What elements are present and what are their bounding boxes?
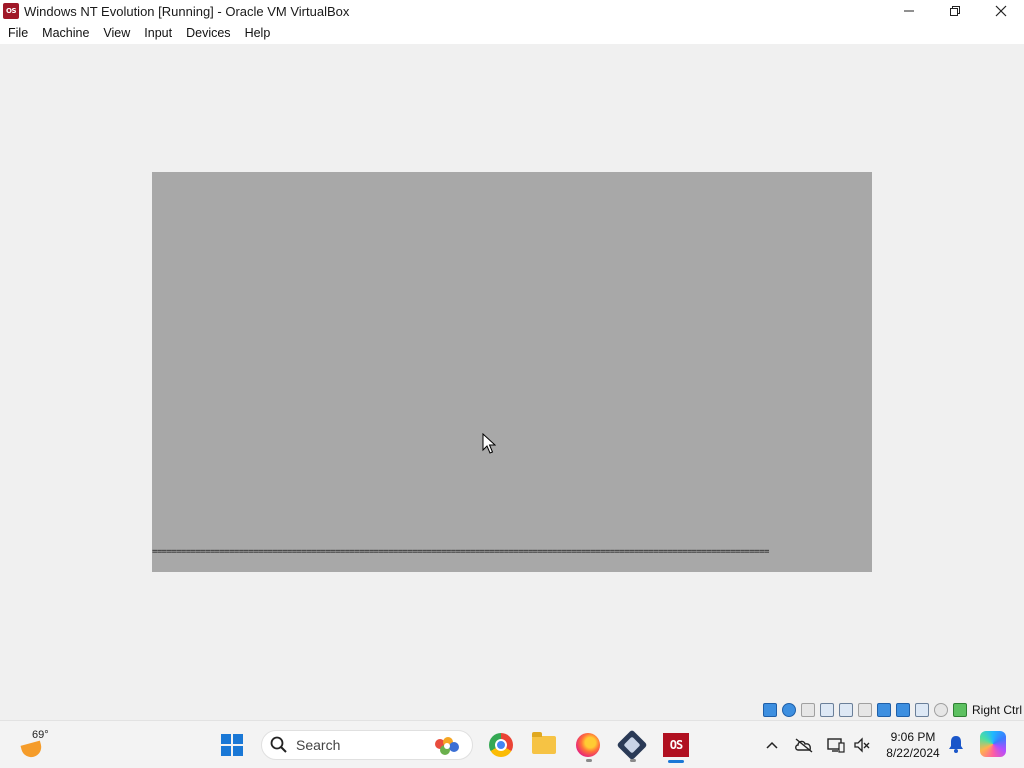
virtualbox-icon [616,729,648,761]
search-placeholder: Search [296,737,341,753]
taskbar-search[interactable]: Search [261,730,473,760]
network-monitor-icon [827,738,845,753]
menu-file[interactable]: File [0,26,34,40]
restore-button[interactable] [932,0,978,22]
menu-bar: File Machine View Input Devices Help [0,22,1024,44]
firefox-icon [576,733,600,757]
chevron-up-icon [766,741,778,749]
clock-time: 9:06 PM [890,730,936,744]
window-title: Windows NT Evolution [Running] - Oracle … [24,3,350,19]
tray-network[interactable] [826,735,846,755]
search-highlight-icon [435,737,459,755]
host-key-label[interactable]: Right Ctrl [972,703,1022,717]
weather-icon [20,740,44,760]
shared-folders-icon[interactable] [876,703,891,717]
speaker-muted-icon [854,737,870,753]
usb-icon[interactable] [857,703,872,717]
taskbar: 69° Search OS 9:06 PM 8/22/2024 [0,720,1024,768]
cloud-offline-icon [795,738,813,753]
vm-window-active-indicator [668,760,684,763]
restore-icon [950,6,960,16]
vm-display[interactable]: ========================================… [152,172,872,572]
start-button[interactable] [216,729,248,761]
folder-icon [532,732,556,754]
tray-overflow-button[interactable] [762,735,782,755]
taskbar-vm-window[interactable]: OS [660,729,692,761]
boot-progress-bar: ========================================… [152,548,769,556]
title-bar: OS Windows NT Evolution [Running] - Orac… [0,0,1024,22]
taskbar-firefox[interactable] [572,729,604,761]
taskbar-file-explorer[interactable] [528,729,560,761]
optical-drive-icon[interactable] [781,703,796,717]
floppy-icon[interactable] [800,703,815,717]
taskbar-chrome[interactable] [485,729,517,761]
mouse-integration-icon[interactable] [952,703,967,717]
network-icon[interactable] [838,703,853,717]
close-icon [995,5,1007,17]
clock-date: 8/22/2024 [886,746,940,760]
search-icon [270,736,287,753]
weather-temperature: 69° [32,729,49,741]
taskbar-clock[interactable]: 9:06 PM 8/22/2024 [880,729,946,761]
minimize-icon [904,10,914,12]
menu-devices[interactable]: Devices [178,26,236,40]
menu-help[interactable]: Help [237,26,277,40]
menu-input[interactable]: Input [136,26,178,40]
recording-icon[interactable] [914,703,929,717]
window-controls [886,0,1024,22]
mouse-cursor-icon [482,433,496,454]
weather-widget[interactable]: 69° [20,727,60,763]
os-app-icon: OS [663,733,689,757]
cpu-icon[interactable] [933,703,948,717]
firefox-running-indicator [586,759,592,762]
display-icon[interactable] [895,703,910,717]
windows-logo-icon [221,734,243,756]
chrome-icon [489,733,513,757]
audio-icon[interactable] [819,703,834,717]
taskbar-virtualbox[interactable] [616,729,648,761]
copilot-icon[interactable] [980,731,1006,757]
notification-bell-icon[interactable] [948,735,964,753]
menu-view[interactable]: View [95,26,136,40]
minimize-button[interactable] [886,0,932,22]
vm-status-bar: Right Ctrl [762,700,1024,720]
menu-machine[interactable]: Machine [34,26,95,40]
close-button[interactable] [978,0,1024,22]
hard-disk-icon[interactable] [762,703,777,717]
tray-volume[interactable] [852,735,872,755]
tray-onedrive[interactable] [794,735,814,755]
virtualbox-app-icon[interactable]: OS [3,3,19,19]
virtualbox-running-indicator [630,759,636,762]
